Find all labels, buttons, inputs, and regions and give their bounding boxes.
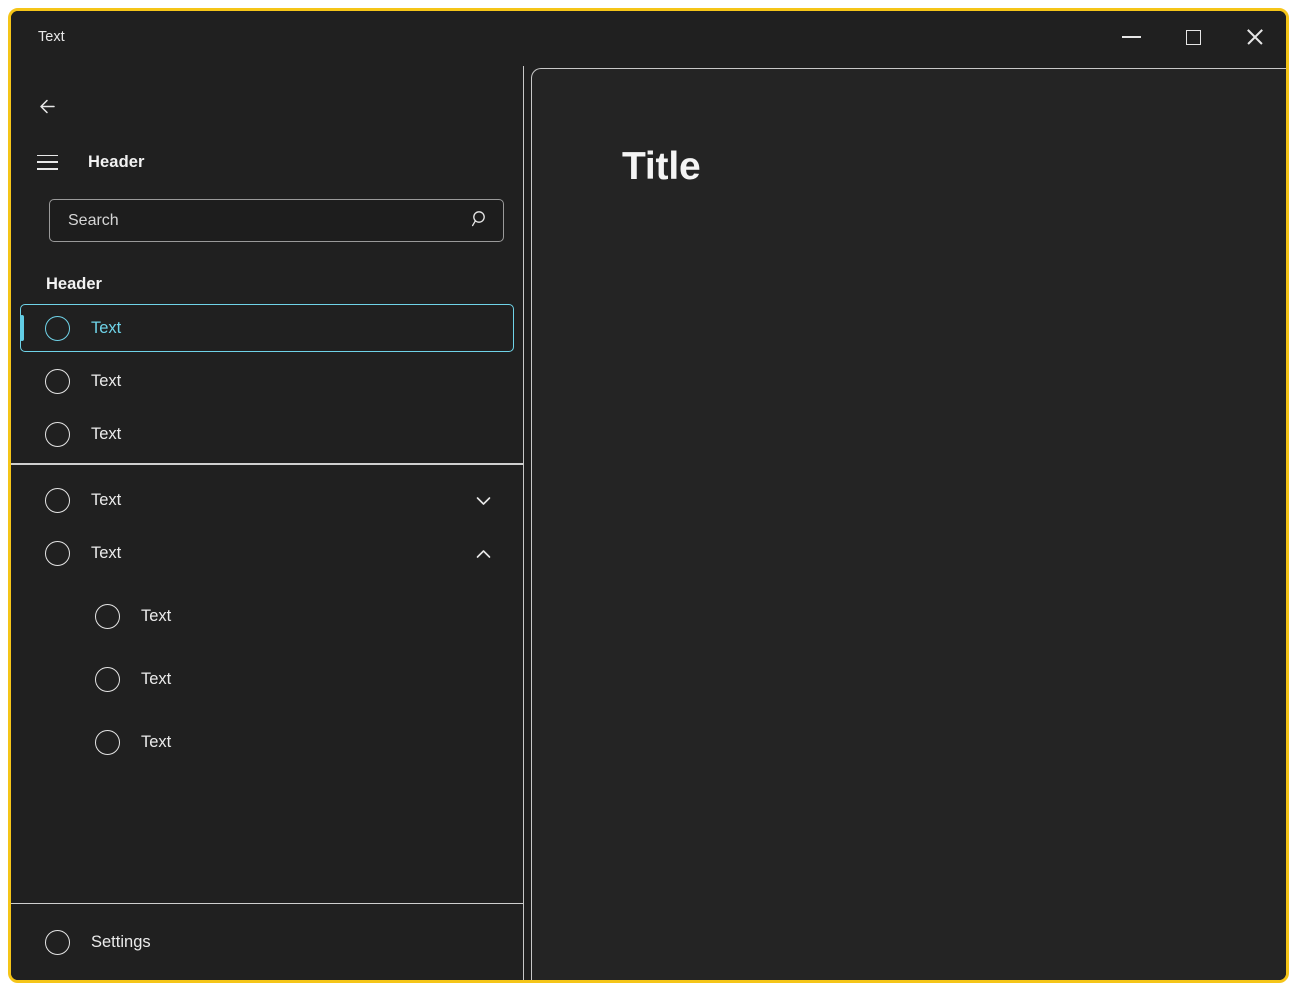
circle-icon [45, 368, 70, 394]
nav-item-settings[interactable]: Settings [20, 918, 514, 966]
navigation-pane-top: Header Header [11, 66, 523, 299]
nav-item-text-1[interactable]: Text [19, 304, 514, 352]
nav-child-item-3[interactable]: Text [20, 719, 514, 767]
circle-icon [45, 929, 70, 955]
nav-item-label: Text [141, 733, 172, 751]
back-arrow-icon [35, 94, 60, 119]
nav-item-text-2[interactable]: Text [20, 357, 514, 405]
minimize-icon [1121, 36, 1141, 38]
nav-item-label: Settings [91, 932, 151, 951]
close-button[interactable] [1224, 11, 1286, 63]
nav-item-text-3[interactable]: Text [20, 410, 514, 458]
nav-item-label: Text [91, 371, 122, 390]
page-title: Title [622, 145, 701, 188]
selection-indicator [19, 315, 24, 341]
search-icon[interactable] [471, 209, 490, 233]
maximize-icon [1185, 29, 1201, 45]
nav-item-label: Text [91, 318, 122, 337]
navigation-item-list: Text Text Text Text Text Text Text Text [11, 299, 523, 903]
caption-button-group [1100, 11, 1286, 63]
back-button[interactable] [23, 84, 71, 128]
navigation-pane-footer: Settings [11, 902, 523, 981]
chevron-up-icon[interactable] [476, 549, 491, 559]
nav-child-item-1[interactable]: Text [20, 593, 514, 641]
search-input[interactable] [68, 211, 471, 230]
nav-divider-footer [11, 902, 523, 904]
nav-child-item-2[interactable]: Text [20, 656, 514, 704]
nav-item-label: Text [91, 424, 122, 443]
maximize-button[interactable] [1162, 11, 1224, 63]
nav-divider-top [11, 463, 523, 465]
circle-icon [95, 667, 120, 692]
nav-item-label: Text [91, 491, 122, 509]
nav-item-label: Text [91, 544, 122, 562]
pane-header-row: Header [11, 139, 523, 185]
navigation-pane: Header Header Text [11, 66, 524, 980]
circle-icon [45, 315, 70, 341]
circle-icon [45, 541, 70, 566]
circle-icon [95, 604, 120, 629]
chevron-down-icon[interactable] [476, 496, 491, 506]
pane-title: Header [88, 152, 145, 171]
nav-expander-collapsed[interactable]: Text [20, 477, 514, 525]
search-box[interactable] [49, 199, 504, 242]
nav-item-label: Text [141, 607, 172, 625]
close-icon [1245, 27, 1265, 47]
circle-icon [95, 730, 120, 755]
hamburger-button[interactable] [23, 140, 71, 184]
nav-expander-expanded[interactable]: Text [20, 530, 514, 578]
window-title: Text [38, 29, 65, 45]
circle-icon [45, 421, 70, 447]
title-bar: Text [11, 11, 1286, 66]
minimize-button[interactable] [1100, 11, 1162, 63]
app-window: Text Header Search Header Text Text Text… [8, 8, 1289, 983]
circle-icon [45, 488, 70, 513]
hamburger-icon [36, 154, 58, 170]
content-frame: Title [531, 68, 1286, 980]
nav-item-label: Text [141, 670, 172, 688]
nav-group-header: Header [46, 274, 102, 293]
